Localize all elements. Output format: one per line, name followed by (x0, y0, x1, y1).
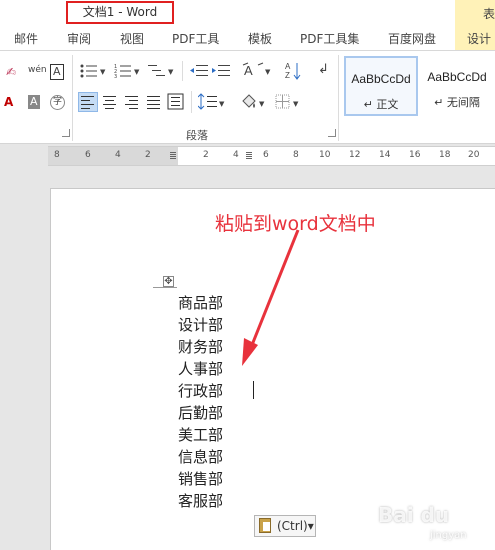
align-right-icon[interactable] (124, 94, 140, 110)
svg-text:A: A (244, 63, 253, 78)
clipboard-icon (259, 518, 271, 533)
align-center-icon[interactable] (102, 94, 118, 110)
ruler-number: 16 (409, 150, 421, 160)
context-tab-label: 表 (483, 7, 495, 21)
font-dialog-launcher-icon[interactable] (62, 129, 70, 137)
svg-text:3: 3 (114, 74, 117, 78)
tab-mail[interactable]: 邮件 (14, 30, 38, 47)
group-separator (72, 55, 73, 141)
style-normal[interactable]: AaBbCcDd ↵ 正文 (344, 56, 418, 116)
paragraph-group-label: 段落 (186, 129, 208, 142)
group-separator (338, 55, 339, 141)
ribbon: ✍ wén A A A 字 ▼ 123 ▼ ▼ A ▼ A Z ↲ ▼ ▼ ▼ … (0, 51, 495, 144)
align-left-button[interactable] (78, 92, 98, 112)
shading-dropdown-icon[interactable]: ▼ (259, 97, 264, 111)
clear-format-icon[interactable]: ✍ (6, 65, 16, 79)
paragraph-dialog-launcher-icon[interactable] (328, 129, 336, 137)
table-corner-mark (153, 287, 177, 288)
multilevel-list-icon[interactable] (148, 64, 166, 78)
ruler-margin (48, 147, 178, 165)
ruler-number: 18 (439, 150, 451, 160)
tab-design-label: 设计 (467, 32, 492, 46)
tab-pdf-tools[interactable]: PDF工具 (172, 30, 219, 47)
distributed-icon[interactable] (167, 93, 185, 111)
style-no-spacing[interactable]: AaBbCcDd ↵ 无间隔 (420, 56, 494, 116)
show-marks-icon[interactable]: ↲ (318, 63, 329, 77)
ruler-number: 2 (145, 150, 151, 160)
numbering-icon[interactable]: 123 (114, 64, 132, 78)
char-border-icon[interactable]: A (50, 64, 64, 80)
department-item: 人事部 (178, 360, 224, 378)
ruler-number: 6 (85, 150, 91, 160)
tab-design[interactable]: 设计 (455, 26, 495, 50)
align-left-icon (81, 96, 94, 109)
borders-icon[interactable] (275, 94, 291, 110)
styles-gallery: AaBbCcDd ↵ 正文 AaBbCcDd ↵ 无间隔 (340, 56, 495, 118)
department-item: 商品部 (178, 294, 224, 312)
ruler-number: 8 (293, 150, 299, 160)
context-tab-header: 表 (455, 0, 495, 26)
column-marker-icon[interactable] (246, 151, 252, 159)
annotation-arrow-icon (242, 229, 300, 366)
decrease-indent-icon[interactable] (190, 64, 208, 78)
tab-templates[interactable]: 模板 (248, 30, 272, 47)
svg-text:A: A (285, 62, 291, 71)
svg-text:Z: Z (285, 71, 290, 80)
ruler-number: 12 (349, 150, 361, 160)
ruler-number: 14 (379, 150, 391, 160)
department-item: 美工部 (178, 426, 224, 444)
department-item: 行政部 (178, 382, 224, 400)
multilevel-dropdown-icon[interactable]: ▼ (168, 65, 173, 79)
department-item: 客服部 (178, 492, 224, 510)
separator (182, 61, 183, 81)
borders-dropdown-icon[interactable]: ▼ (293, 97, 298, 111)
tab-review[interactable]: 审阅 (67, 30, 91, 47)
style-sample: AaBbCcDd (351, 72, 411, 86)
paste-options-label: (Ctrl)▾ (277, 519, 314, 533)
enclose-char-icon[interactable]: 字 (50, 95, 65, 110)
tab-view[interactable]: 视图 (120, 30, 144, 47)
department-item: 设计部 (178, 316, 224, 334)
asian-layout-dropdown-icon[interactable]: ▼ (265, 65, 270, 79)
ribbon-tabs: 邮件 审阅 视图 PDF工具 模板 PDF工具集 百度网盘 设计 (0, 26, 495, 51)
department-item: 后勤部 (178, 404, 224, 422)
watermark-subtext: jingyan (430, 530, 467, 541)
horizontal-ruler[interactable]: 8 6 4 2 2 4 6 8 10 12 14 16 18 20 (48, 146, 495, 166)
ruler-number: 4 (233, 150, 239, 160)
ruler-number: 20 (468, 150, 480, 160)
window-title: 文档1 - Word (66, 1, 174, 24)
bullets-icon[interactable] (80, 64, 98, 78)
phonetic-guide-icon[interactable]: wén (28, 63, 47, 77)
separator (191, 91, 192, 113)
shading-icon[interactable] (240, 93, 258, 111)
text-cursor (253, 381, 254, 399)
style-name: ↵ 正文 (363, 98, 399, 111)
tab-baidu-netdisk[interactable]: 百度网盘 (388, 30, 436, 47)
ruler-number: 10 (319, 150, 331, 160)
line-spacing-dropdown-icon[interactable]: ▼ (219, 97, 224, 111)
numbering-dropdown-icon[interactable]: ▼ (134, 65, 139, 79)
style-name: ↵ 无间隔 (434, 96, 480, 109)
ruler-number: 2 (203, 150, 209, 160)
char-shading-icon[interactable]: A (28, 95, 40, 109)
column-marker-icon[interactable] (170, 151, 176, 159)
font-color-icon[interactable]: A (4, 95, 13, 109)
table-move-handle-icon[interactable]: ✥ (163, 276, 174, 287)
style-sample: AaBbCcDd (427, 70, 487, 84)
ruler-number: 4 (115, 150, 121, 160)
paste-options-button[interactable]: (Ctrl)▾ (254, 515, 316, 537)
watermark-logo: Bai du (378, 503, 450, 527)
bullets-dropdown-icon[interactable]: ▼ (100, 65, 105, 79)
department-item: 财务部 (178, 338, 224, 356)
increase-indent-icon[interactable] (212, 64, 230, 78)
line-spacing-icon[interactable] (198, 93, 218, 111)
ruler-number: 8 (54, 150, 60, 160)
department-item: 信息部 (178, 448, 224, 466)
ruler-number: 6 (263, 150, 269, 160)
department-item: 销售部 (178, 470, 224, 488)
asian-layout-icon[interactable]: A (242, 62, 264, 78)
justify-icon[interactable] (146, 94, 162, 110)
tab-pdf-toolset[interactable]: PDF工具集 (300, 30, 359, 47)
sort-icon[interactable]: A Z (285, 61, 301, 81)
